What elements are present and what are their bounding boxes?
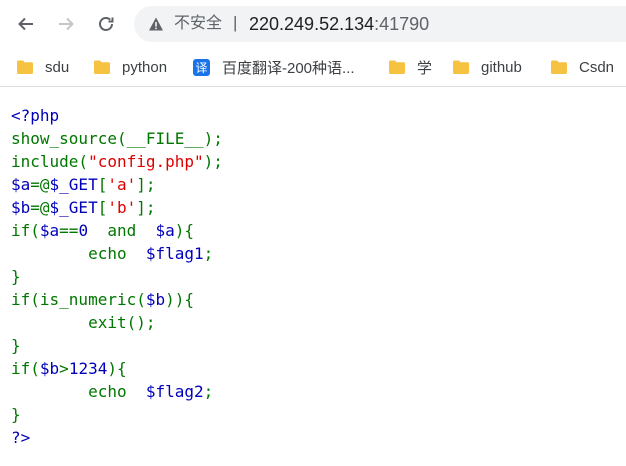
bookmark-label: sdu (45, 58, 70, 76)
code-line: include("config.php"); (11, 150, 223, 173)
code-token: if( (11, 221, 40, 240)
bookmark-csdn[interactable]: Csdn (551, 56, 614, 78)
bookmark-sdu[interactable]: sdu (17, 56, 69, 78)
bookmark-label: python (122, 58, 168, 76)
code-line: } (11, 265, 223, 288)
code-token: $a (11, 175, 31, 194)
code-token: 0 (78, 221, 98, 240)
folder-icon (453, 60, 469, 74)
code-token: if(is_numeric( (11, 290, 146, 309)
code-line: echo $flag1; (11, 242, 223, 265)
code-token: > (59, 359, 69, 378)
url-port: :41790 (374, 14, 430, 34)
php-source-code: <?php show_source(__FILE__); include("conf… (11, 104, 223, 449)
code-line: <?php (11, 104, 223, 127)
code-token: ]; (136, 175, 156, 194)
code-token: =@ (30, 198, 50, 217)
code-token: ); (203, 152, 223, 171)
code-token: $b (145, 290, 166, 309)
code-token: ]; (136, 198, 156, 217)
code-token: <?php (11, 106, 60, 125)
code-token: exit(); (11, 313, 156, 332)
url-host: 220.249.52.134 (249, 14, 375, 34)
address-bar[interactable]: 不安全 | 220.249.52.134:41790 (134, 6, 626, 42)
code-line: } (11, 403, 223, 426)
code-token: and (97, 221, 146, 240)
security-status-label[interactable]: 不安全 (174, 14, 222, 34)
code-line: $a=@$_GET['a']; (11, 173, 223, 196)
bookmark-xue[interactable]: 学 (389, 56, 432, 78)
forward-button[interactable] (52, 10, 80, 38)
code-token: } (11, 267, 21, 286)
bookmark-label: github (481, 58, 522, 76)
back-button[interactable] (12, 10, 40, 38)
bookmark-github[interactable]: github (453, 56, 522, 78)
code-token: ; (203, 382, 214, 401)
code-token: $_GET (49, 198, 98, 217)
code-token: show_source(__FILE__); (11, 129, 223, 148)
folder-icon (551, 60, 567, 74)
url-text[interactable]: 220.249.52.134:41790 (249, 13, 429, 35)
code-token: ; (203, 244, 214, 263)
back-arrow-icon (18, 17, 33, 31)
reload-icon (99, 17, 114, 31)
bookmark-baidu-translate[interactable]: 译 百度翻译-200种语... (193, 56, 355, 78)
code-token: 'a' (107, 175, 137, 194)
code-token: [ (97, 175, 108, 194)
code-token: include( (11, 152, 89, 171)
code-line: } (11, 334, 223, 357)
code-line: if($b>1234){ (11, 357, 223, 380)
reload-button[interactable] (92, 10, 120, 38)
folder-icon (17, 60, 33, 74)
code-token: $b (11, 198, 31, 217)
code-line: show_source(__FILE__); (11, 127, 223, 150)
code-token: $flag1 (136, 244, 204, 263)
bookmark-label: 百度翻译-200种语... (222, 59, 355, 77)
code-token: $flag2 (136, 382, 204, 401)
code-token: ){ (174, 221, 195, 240)
code-token: $a (145, 221, 175, 240)
code-line: ?> (11, 426, 223, 449)
code-token: == (59, 221, 79, 240)
code-token: echo (11, 382, 137, 401)
bookmarks-bar: sdu python 译 百度翻译-200种语... 学 github Csdn (0, 48, 626, 87)
translate-icon: 译 (193, 58, 210, 76)
folder-icon (94, 60, 110, 74)
code-token: )){ (165, 290, 195, 309)
code-token: $b (39, 359, 60, 378)
browser-toolbar: 不安全 | 220.249.52.134:41790 (0, 0, 626, 48)
code-line: echo $flag2; (11, 380, 223, 403)
code-token: "config.php" (88, 152, 204, 171)
code-token: =@ (30, 175, 50, 194)
bookmark-label: 学 (417, 59, 433, 77)
forward-arrow-icon (59, 17, 74, 31)
code-token: if( (11, 359, 40, 378)
code-token: 1234 (68, 359, 108, 378)
bookmark-python[interactable]: python (94, 56, 167, 78)
code-token: 'b' (107, 198, 137, 217)
code-token: $_GET (49, 175, 98, 194)
code-token: [ (97, 198, 108, 217)
code-line: exit(); (11, 311, 223, 334)
bookmark-label: Csdn (579, 58, 615, 76)
code-token: } (11, 336, 21, 355)
code-line: $b=@$_GET['b']; (11, 196, 223, 219)
folder-icon (389, 60, 405, 74)
warning-icon[interactable] (148, 16, 164, 32)
url-separator: | (233, 13, 238, 32)
code-line: if($a==0 and $a){ (11, 219, 223, 242)
code-token: } (11, 405, 21, 424)
code-line: if(is_numeric($b)){ (11, 288, 223, 311)
code-token: ?> (11, 428, 31, 447)
code-token: ){ (107, 359, 127, 378)
code-token: $a (39, 221, 60, 240)
code-token: echo (11, 244, 137, 263)
